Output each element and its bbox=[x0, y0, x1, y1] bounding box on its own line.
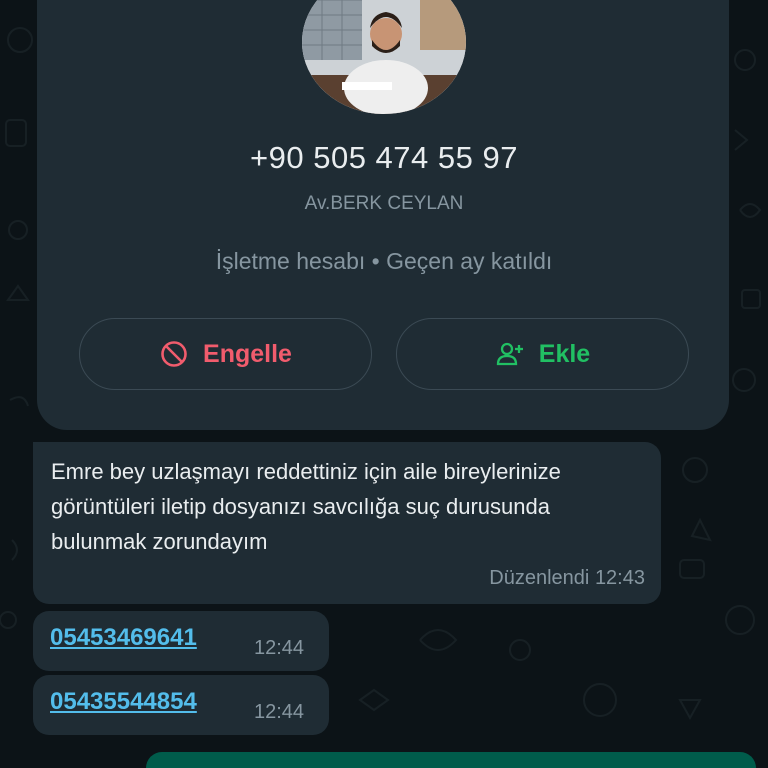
edited-label: Düzenlendi bbox=[489, 567, 590, 589]
block-button[interactable]: Engelle bbox=[79, 318, 372, 390]
block-icon bbox=[161, 341, 187, 367]
contact-phone-number: +90 505 474 55 97 bbox=[250, 140, 518, 175]
contact-name: Av.BERK CEYLAN bbox=[304, 193, 464, 214]
phone-link[interactable]: 05435544854 bbox=[50, 688, 197, 716]
message-meta: Düzenlendi 12:43 bbox=[489, 561, 645, 596]
outgoing-message-partial[interactable] bbox=[146, 752, 756, 768]
incoming-message[interactable]: Emre bey uzlaşmayı reddettiniz için aile… bbox=[33, 442, 661, 604]
add-contact-button[interactable]: Ekle bbox=[396, 318, 689, 390]
incoming-message-phone-2[interactable]: 05435544854 12:44 bbox=[33, 675, 329, 735]
message-time: 12:44 bbox=[254, 701, 305, 723]
message-time: 12:44 bbox=[254, 637, 305, 659]
message-time: 12:43 bbox=[594, 567, 645, 589]
add-contact-icon bbox=[496, 342, 523, 366]
chat-screen: +90 505 474 55 97 Av.BERK CEYLAN İşletme… bbox=[0, 0, 768, 768]
phone-link[interactable]: 05453469641 bbox=[50, 624, 197, 652]
block-button-label: Engelle bbox=[203, 339, 292, 368]
message-text: Emre bey uzlaşmayı reddettiniz için aile… bbox=[51, 459, 561, 554]
incoming-message-phone-1[interactable]: 05453469641 12:44 bbox=[33, 611, 329, 671]
add-contact-button-label: Ekle bbox=[538, 339, 591, 368]
account-info: İşletme hesabı • Geçen ay katıldı bbox=[215, 248, 553, 274]
